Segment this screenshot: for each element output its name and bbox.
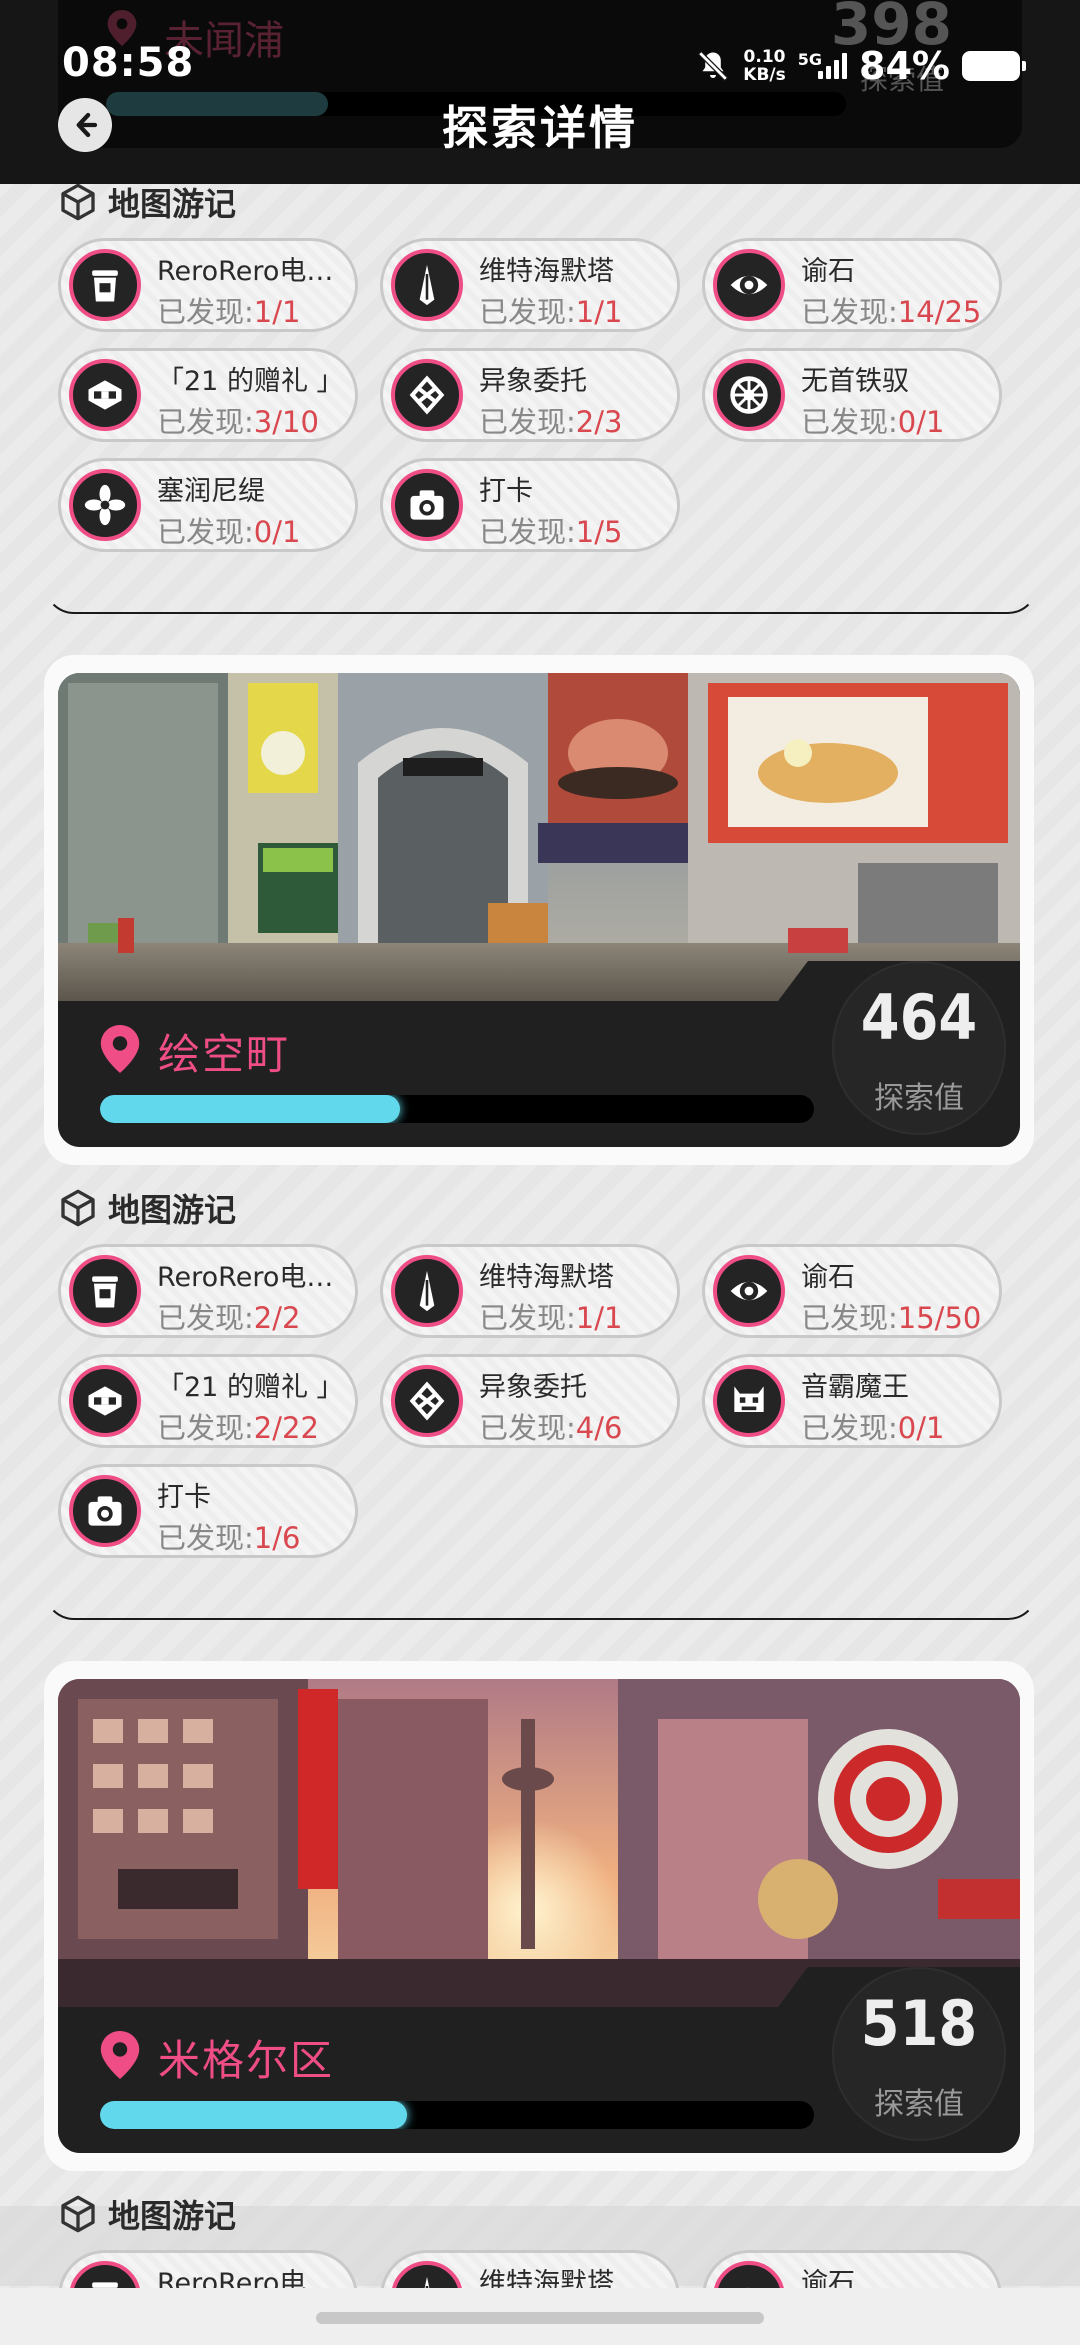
map-note-item[interactable]: 打卡已发现:1/5 — [380, 458, 680, 552]
trash-can-icon — [69, 1255, 141, 1327]
map-note-item[interactable]: 塞润尼缇已发现:0/1 — [58, 458, 358, 552]
map-note-item[interactable]: 无首铁驭已发现:0/1 — [702, 348, 1002, 442]
exploration-score-label: 探索值 — [874, 2087, 964, 2122]
exploration-progress-bar — [100, 2101, 814, 2129]
demon-speaker-icon — [713, 1365, 785, 1437]
district-scene-image — [58, 1679, 1020, 2009]
status-bar: 08:58 0.10 KB/s 5G 84% — [0, 0, 1080, 90]
battery-icon — [962, 51, 1026, 81]
map-note-progress: 已发现:0/1 — [801, 1411, 945, 1445]
map-note-item[interactable]: 谕石已发现:15/50 — [702, 1244, 1002, 1338]
map-note-progress: 已发现:2/2 — [157, 1301, 301, 1335]
map-note-name: ReroRero电… — [157, 256, 334, 287]
tower-spire-icon — [391, 249, 463, 321]
map-note-name: ReroRero电… — [157, 1262, 334, 1293]
area-panel: 绘空町 464 探索值 — [44, 655, 1034, 1165]
map-note-name: 谕石 — [801, 256, 855, 287]
map-note-item[interactable]: ReroRero电… 已发现:2/2 — [58, 1244, 358, 1338]
map-notes-header: 地图游记 — [58, 2192, 236, 2236]
map-note-progress: 已发现:1/5 — [479, 515, 623, 549]
map-note-progress: 已发现:15/50 — [801, 1301, 982, 1335]
home-indicator[interactable] — [316, 2312, 764, 2324]
top-header: 未闻浦 398 探索值 08:58 0.10 KB/s 5G 84% 探索详情 — [0, 0, 1080, 184]
map-note-name: 谕石 — [801, 1262, 855, 1293]
cube-icon — [61, 2195, 95, 2233]
progress-fill — [100, 2101, 408, 2129]
map-notes-header: 地图游记 — [58, 1186, 236, 1230]
gift-chest-icon — [69, 359, 141, 431]
map-notes-panel: 地图游记 ReroRero电… 维特海默塔 谕石 — [44, 2192, 1038, 2344]
cube-icon — [61, 1189, 95, 1227]
area-name: 米格尔区 — [158, 2036, 335, 2085]
map-note-progress: 已发现:4/6 — [479, 1411, 623, 1445]
map-note-name: 无首铁驭 — [801, 366, 909, 397]
map-note-item[interactable]: 打卡已发现:1/6 — [58, 1464, 358, 1558]
map-notes-header: 地图游记 — [58, 180, 236, 224]
network-speed: 0.10 KB/s — [743, 47, 786, 85]
map-note-progress: 已发现:2/3 — [479, 405, 623, 439]
map-note-item[interactable]: 谕石已发现:14/25 — [702, 238, 1002, 332]
exploration-score-badge: 518 探索值 — [832, 1967, 1006, 2141]
map-note-name: 「21 的赠礼 」 — [157, 366, 344, 397]
area-card[interactable]: 米格尔区 518 探索值 — [58, 1679, 1020, 2153]
map-note-progress: 已发现:2/22 — [157, 1411, 319, 1445]
eye-stone-icon — [713, 249, 785, 321]
map-notes-panel: 地图游记 ReroRero电… 已发现:2/2 维特海默塔 已发现:1/1 谕石 已发现:… — [44, 1186, 1038, 1620]
progress-fill — [100, 1095, 400, 1123]
area-card[interactable]: 绘空町 464 探索值 — [58, 673, 1020, 1147]
cellular-signal-icon: 5G — [798, 50, 848, 79]
camera-icon — [69, 1475, 141, 1547]
district-scene-image — [58, 673, 1020, 1003]
battery-percent: 84% — [859, 44, 950, 88]
map-note-item[interactable]: 维特海默塔已发现:1/1 — [380, 1244, 680, 1338]
map-note-progress: 已发现:3/10 — [157, 405, 319, 439]
map-note-item[interactable]: 「21 的赠礼 」已发现:3/10 — [58, 348, 358, 442]
map-note-name: 维特海默塔 — [479, 256, 614, 287]
map-note-name: 维特海默塔 — [479, 1262, 614, 1293]
mute-bell-icon — [697, 50, 729, 82]
exploration-score-label: 探索值 — [874, 1081, 964, 1116]
tower-spire-icon — [391, 1255, 463, 1327]
map-notes-panel: 地图游记 ReroRero电… 已发现:1/1 维特海默塔 已发现:1/1 谕石 已发现:… — [44, 180, 1038, 614]
area-panel: 米格尔区 518 探索值 — [44, 1661, 1034, 2171]
location-pin-icon — [100, 2031, 140, 2079]
map-note-progress: 已发现:14/25 — [801, 295, 982, 329]
map-note-item[interactable]: 异象委托已发现:4/6 — [380, 1354, 680, 1448]
exploration-score: 518 — [860, 1987, 978, 2060]
map-note-progress: 已发现:1/1 — [157, 295, 301, 329]
camera-icon — [391, 469, 463, 541]
wheel-emblem-icon — [713, 359, 785, 431]
map-note-name: 异象委托 — [479, 366, 587, 397]
location-pin-icon — [100, 1025, 140, 1073]
map-note-name: 打卡 — [157, 1482, 211, 1513]
map-note-item[interactable]: 音霸魔王已发现:0/1 — [702, 1354, 1002, 1448]
page-title: 探索详情 — [442, 101, 638, 155]
map-note-progress: 已发现:1/1 — [479, 295, 623, 329]
map-note-progress: 已发现:0/1 — [801, 405, 945, 439]
exploration-score-badge: 464 探索值 — [832, 961, 1006, 1135]
clock: 08:58 — [62, 40, 195, 86]
map-note-progress: 已发现:1/1 — [479, 1301, 623, 1335]
anomaly-knot-icon — [391, 359, 463, 431]
map-note-progress: 已发现:0/1 — [157, 515, 301, 549]
area-name: 绘空町 — [158, 1030, 291, 1079]
trash-can-icon — [69, 249, 141, 321]
map-note-name: 音霸魔王 — [801, 1372, 909, 1403]
exploration-progress-bar — [100, 1095, 814, 1123]
map-note-item[interactable]: 异象委托已发现:2/3 — [380, 348, 680, 442]
flower-icon — [69, 469, 141, 541]
map-note-name: 「21 的赠礼 」 — [157, 1372, 344, 1403]
map-note-name: 异象委托 — [479, 1372, 587, 1403]
gift-chest-icon — [69, 1365, 141, 1437]
map-note-item[interactable]: 「21 的赠礼 」已发现:2/22 — [58, 1354, 358, 1448]
exploration-score: 464 — [860, 981, 978, 1054]
eye-stone-icon — [713, 1255, 785, 1327]
map-note-name: 塞润尼缇 — [157, 476, 265, 507]
anomaly-knot-icon — [391, 1365, 463, 1437]
map-note-progress: 已发现:1/6 — [157, 1521, 301, 1555]
map-note-item[interactable]: 维特海默塔已发现:1/1 — [380, 238, 680, 332]
cube-icon — [61, 183, 95, 221]
map-note-name: 打卡 — [479, 476, 533, 507]
map-note-item[interactable]: ReroRero电… 已发现:1/1 — [58, 238, 358, 332]
